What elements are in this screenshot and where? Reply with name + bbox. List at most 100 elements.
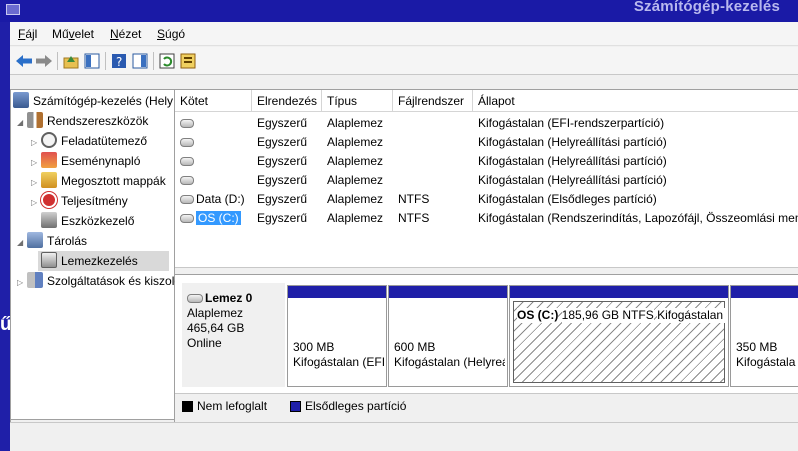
tree-item-device-manager[interactable]: Eszközkezelő (41, 211, 175, 231)
table-row[interactable]: Data (D:) Egyszerű Alaplemez NTFS Kifogá… (175, 190, 798, 209)
partition-color-bar (731, 286, 798, 298)
volume-cell (180, 152, 196, 171)
menu-view[interactable]: Nézet (110, 27, 141, 41)
expand-toggle-icon[interactable]: ▷ (31, 193, 41, 211)
type-cell: Alaplemez (327, 116, 384, 130)
type-cell: Alaplemez (327, 154, 384, 168)
unallocated-swatch (182, 401, 193, 412)
column-header-layout[interactable]: Elrendezés (252, 90, 322, 112)
partition-color-bar (510, 286, 728, 298)
menu-action[interactable]: Művelet (52, 27, 94, 41)
menu-file[interactable]: Fájl (18, 27, 37, 41)
type-cell: Alaplemez (327, 211, 384, 225)
up-button[interactable] (61, 51, 81, 71)
refresh-icon (159, 53, 175, 69)
column-header-filesystem[interactable]: Fájlrendszer (393, 90, 473, 112)
volume-list: Kötet Elrendezés Típus Fájlrendszer Álla… (175, 89, 798, 267)
table-row[interactable]: Egyszerű Alaplemez Kifogástalan (Helyreá… (175, 171, 798, 190)
column-header-volume[interactable]: Kötet (175, 90, 252, 112)
table-row[interactable]: Egyszerű Alaplemez Kifogástalan (Helyreá… (175, 152, 798, 171)
menu-label-part: ézet (118, 27, 142, 41)
partition-status: Kifogástalan (Helyreállítási partíció) (394, 355, 505, 369)
expand-toggle-icon[interactable]: ◢ (17, 113, 27, 131)
tree-item-event-viewer[interactable]: ▷ Eseménynapló (31, 151, 175, 171)
expand-toggle-icon[interactable]: ◢ (17, 233, 27, 251)
back-button[interactable] (14, 51, 34, 71)
volume-icon (180, 214, 194, 223)
partition-status: Kifogástalan (Rendszerindítás, Lapozófáj… (657, 308, 726, 323)
status-bar (10, 422, 798, 451)
show-hide-tree-button[interactable] (82, 51, 102, 71)
type-cell: Alaplemez (327, 173, 384, 187)
performance-icon (41, 192, 57, 208)
menu-help[interactable]: Súgó (157, 27, 185, 41)
menu-bar: Fájl Művelet Nézet Súgó (10, 22, 798, 46)
volume-name: OS (C:) (196, 211, 241, 225)
pane-splitter[interactable] (175, 267, 798, 275)
layout-cell: Egyszerű (257, 173, 308, 187)
status-cell: Kifogástalan (Rendszerindítás, Lapozófáj… (478, 211, 798, 225)
back-arrow-icon (16, 55, 32, 67)
tree-item-system-tools[interactable]: ◢ Rendszereszközök (17, 111, 175, 131)
tree-item-task-scheduler[interactable]: ▷ Feladatütemező (31, 131, 175, 151)
tree-item-label: Szolgáltatások és kiszolgálóalkalmazások (47, 274, 175, 288)
status-cell: Kifogástalan (Helyreállítási partíció) (478, 154, 667, 168)
legend-primary-partition: Elsődleges partíció (305, 399, 407, 413)
properties-button[interactable] (130, 51, 150, 71)
tree-item-label: Eseménynapló (61, 154, 141, 168)
services-icon (27, 272, 43, 288)
volume-name: Data (D:) (196, 192, 245, 206)
expand-toggle-icon[interactable]: ▷ (31, 133, 41, 151)
disk-name-row: Lemez 0 (187, 291, 280, 306)
type-cell: Alaplemez (327, 192, 384, 206)
primary-partition-swatch (290, 401, 301, 412)
table-row-selected[interactable]: OS (C:) Egyszerű Alaplemez NTFS Kifogást… (175, 209, 798, 228)
menu-label-part: Mű (52, 27, 69, 41)
disk-size: 465,64 GB (187, 321, 245, 335)
tree-item-computer-management[interactable]: Számítógép-kezelés (Helyi) (13, 91, 173, 111)
tree-item-performance[interactable]: ▷ Teljesítmény (31, 191, 175, 211)
type-cell: Alaplemez (327, 135, 384, 149)
expand-toggle-icon[interactable]: ▷ (31, 153, 41, 171)
tree-item-shared-folders[interactable]: ▷ Megosztott mappák (31, 171, 175, 191)
partition-block[interactable]: 350 MB Kifogástalan (Helyreállítási part… (730, 285, 798, 387)
show-hide-tree-icon (84, 53, 100, 69)
tree-item-disk-management[interactable]: Lemezkezelés (38, 251, 169, 271)
disk-graphical-view: Lemez 0 Alaplemez 465,64 GB Online 300 M… (175, 275, 798, 393)
column-header-status[interactable]: Állapot (473, 90, 798, 112)
volume-icon (180, 176, 194, 185)
partition-status: Kifogástalan (Helyreállítási partíció) (736, 355, 796, 369)
layout-cell: Egyszerű (257, 211, 308, 225)
disk-info-panel[interactable]: Lemez 0 Alaplemez 465,64 GB Online (182, 283, 285, 387)
tree-item-label: Számítógép-kezelés (Helyi) (33, 94, 173, 108)
volume-icon (180, 195, 194, 204)
volume-cell (180, 133, 196, 152)
column-header-type[interactable]: Típus (322, 90, 393, 112)
partition-size: 600 MB (394, 340, 436, 354)
app-icon (6, 4, 20, 15)
tree-item-services-and-applications[interactable]: ▷ Szolgáltatások és kiszolgálóalkalmazáso… (17, 271, 175, 291)
table-row[interactable]: Egyszerű Alaplemez Kifogástalan (Helyreá… (175, 133, 798, 152)
volume-cell (180, 114, 196, 133)
volume-icon (180, 138, 194, 147)
tree-item-label: Megosztott mappák (61, 174, 166, 188)
forward-button[interactable] (34, 51, 54, 71)
export-list-button[interactable] (178, 51, 198, 71)
partition-block[interactable]: 600 MB Kifogástalan (Helyreállítási part… (388, 285, 508, 387)
tree-item-storage[interactable]: ◢ Tárolás (17, 231, 175, 251)
table-row[interactable]: Egyszerű Alaplemez Kifogástalan (EFI-ren… (175, 114, 798, 133)
legend: Nem lefoglalt Elsődleges partíció (175, 393, 798, 418)
export-list-icon (180, 53, 196, 69)
refresh-button[interactable] (157, 51, 177, 71)
volume-icon (180, 119, 194, 128)
expand-toggle-icon[interactable]: ▷ (17, 273, 27, 291)
partition-block-selected[interactable]: OS (C:) 185,96 GB NTFS Kifogástalan (Ren… (509, 285, 729, 387)
task-scheduler-icon (41, 132, 57, 148)
tree-item-label: Rendszereszközök (47, 114, 149, 128)
expand-toggle-icon[interactable]: ▷ (31, 173, 41, 191)
status-cell: Kifogástalan (Elsődleges partíció) (478, 192, 657, 206)
partition-block[interactable]: 300 MB Kifogástalan (EFI-rendszerpartíci… (287, 285, 387, 387)
main-window: Fájl Művelet Nézet Súgó ? Számítógép-kez… (10, 22, 798, 451)
filesystem-cell: NTFS (398, 211, 430, 225)
help-button[interactable]: ? (109, 51, 129, 71)
